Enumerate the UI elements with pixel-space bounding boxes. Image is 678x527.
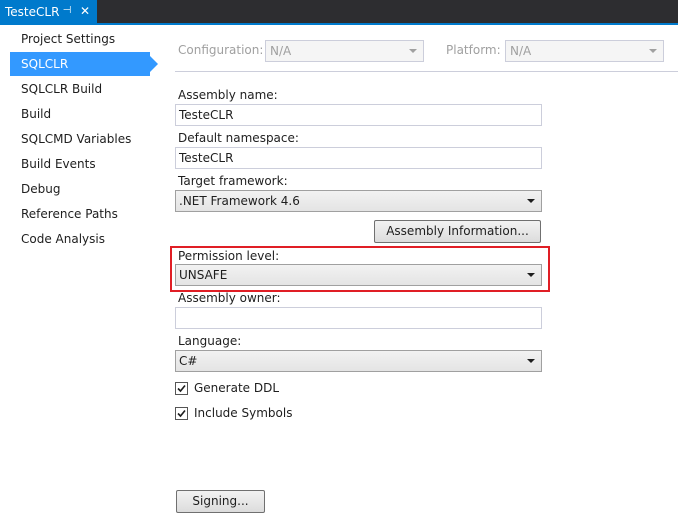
platform-label: Platform:	[446, 43, 501, 57]
target-framework-label: Target framework:	[178, 174, 288, 188]
document-tab-strip: TesteCLR ⊣ ✕	[0, 0, 678, 23]
default-namespace-input[interactable]: TesteCLR	[175, 147, 542, 169]
chevron-down-icon	[527, 273, 535, 277]
chevron-down-icon	[527, 359, 535, 363]
nav-item-project-settings[interactable]: Project Settings	[10, 27, 150, 51]
pin-icon[interactable]: ⊣	[60, 4, 74, 18]
nav-item-build-events[interactable]: Build Events	[10, 152, 150, 176]
nav-item-code-analysis[interactable]: Code Analysis	[10, 227, 150, 251]
permission-level-value: UNSAFE	[179, 268, 228, 282]
default-namespace-label: Default namespace:	[178, 131, 299, 145]
permission-level-select[interactable]: UNSAFE	[175, 264, 542, 286]
target-framework-value: .NET Framework 4.6	[179, 194, 300, 208]
configuration-select[interactable]: N/A	[265, 40, 424, 62]
target-framework-select[interactable]: .NET Framework 4.6	[175, 190, 542, 212]
language-value: C#	[179, 354, 198, 368]
checkmark-icon	[177, 384, 186, 392]
nav-item-reference-paths[interactable]: Reference Paths	[10, 202, 150, 226]
include-symbols-checkbox[interactable]	[175, 406, 188, 420]
nav-item-sqlcmd-variables[interactable]: SQLCMD Variables	[10, 127, 150, 151]
close-icon[interactable]: ✕	[78, 4, 92, 18]
property-pages-nav: Project Settings SQLCLR SQLCLR Build Bui…	[0, 25, 160, 527]
generate-ddl-checkbox[interactable]	[175, 381, 188, 395]
configuration-label: Configuration:	[178, 43, 264, 57]
document-tab[interactable]: TesteCLR ⊣ ✕	[0, 0, 97, 23]
nav-item-build[interactable]: Build	[10, 102, 150, 126]
generate-ddl-label: Generate DDL	[194, 381, 280, 395]
permission-level-label: Permission level:	[178, 249, 280, 263]
checkmark-icon	[177, 409, 186, 417]
include-symbols-row[interactable]: Include Symbols	[175, 405, 292, 421]
generate-ddl-row[interactable]: Generate DDL	[175, 380, 279, 396]
language-label: Language:	[178, 334, 242, 348]
assembly-name-label: Assembly name:	[178, 88, 278, 102]
include-symbols-label: Include Symbols	[194, 406, 293, 420]
signing-button[interactable]: Signing...	[176, 490, 265, 513]
nav-item-sqlclr-build[interactable]: SQLCLR Build	[10, 77, 150, 101]
assembly-information-button[interactable]: Assembly Information...	[374, 220, 541, 243]
assembly-name-input[interactable]: TesteCLR	[175, 104, 542, 126]
configuration-value: N/A	[270, 44, 292, 58]
chevron-down-icon	[649, 49, 657, 53]
assembly-owner-label: Assembly owner:	[178, 291, 281, 305]
platform-select[interactable]: N/A	[505, 40, 664, 62]
nav-item-debug[interactable]: Debug	[10, 177, 150, 201]
nav-item-sqlclr[interactable]: SQLCLR	[10, 52, 158, 76]
chevron-down-icon	[527, 199, 535, 203]
assembly-owner-input[interactable]	[175, 307, 542, 329]
platform-value: N/A	[510, 44, 532, 58]
tab-title: TesteCLR	[5, 4, 60, 19]
divider	[175, 71, 678, 72]
chevron-down-icon	[409, 49, 417, 53]
language-select[interactable]: C#	[175, 350, 542, 372]
